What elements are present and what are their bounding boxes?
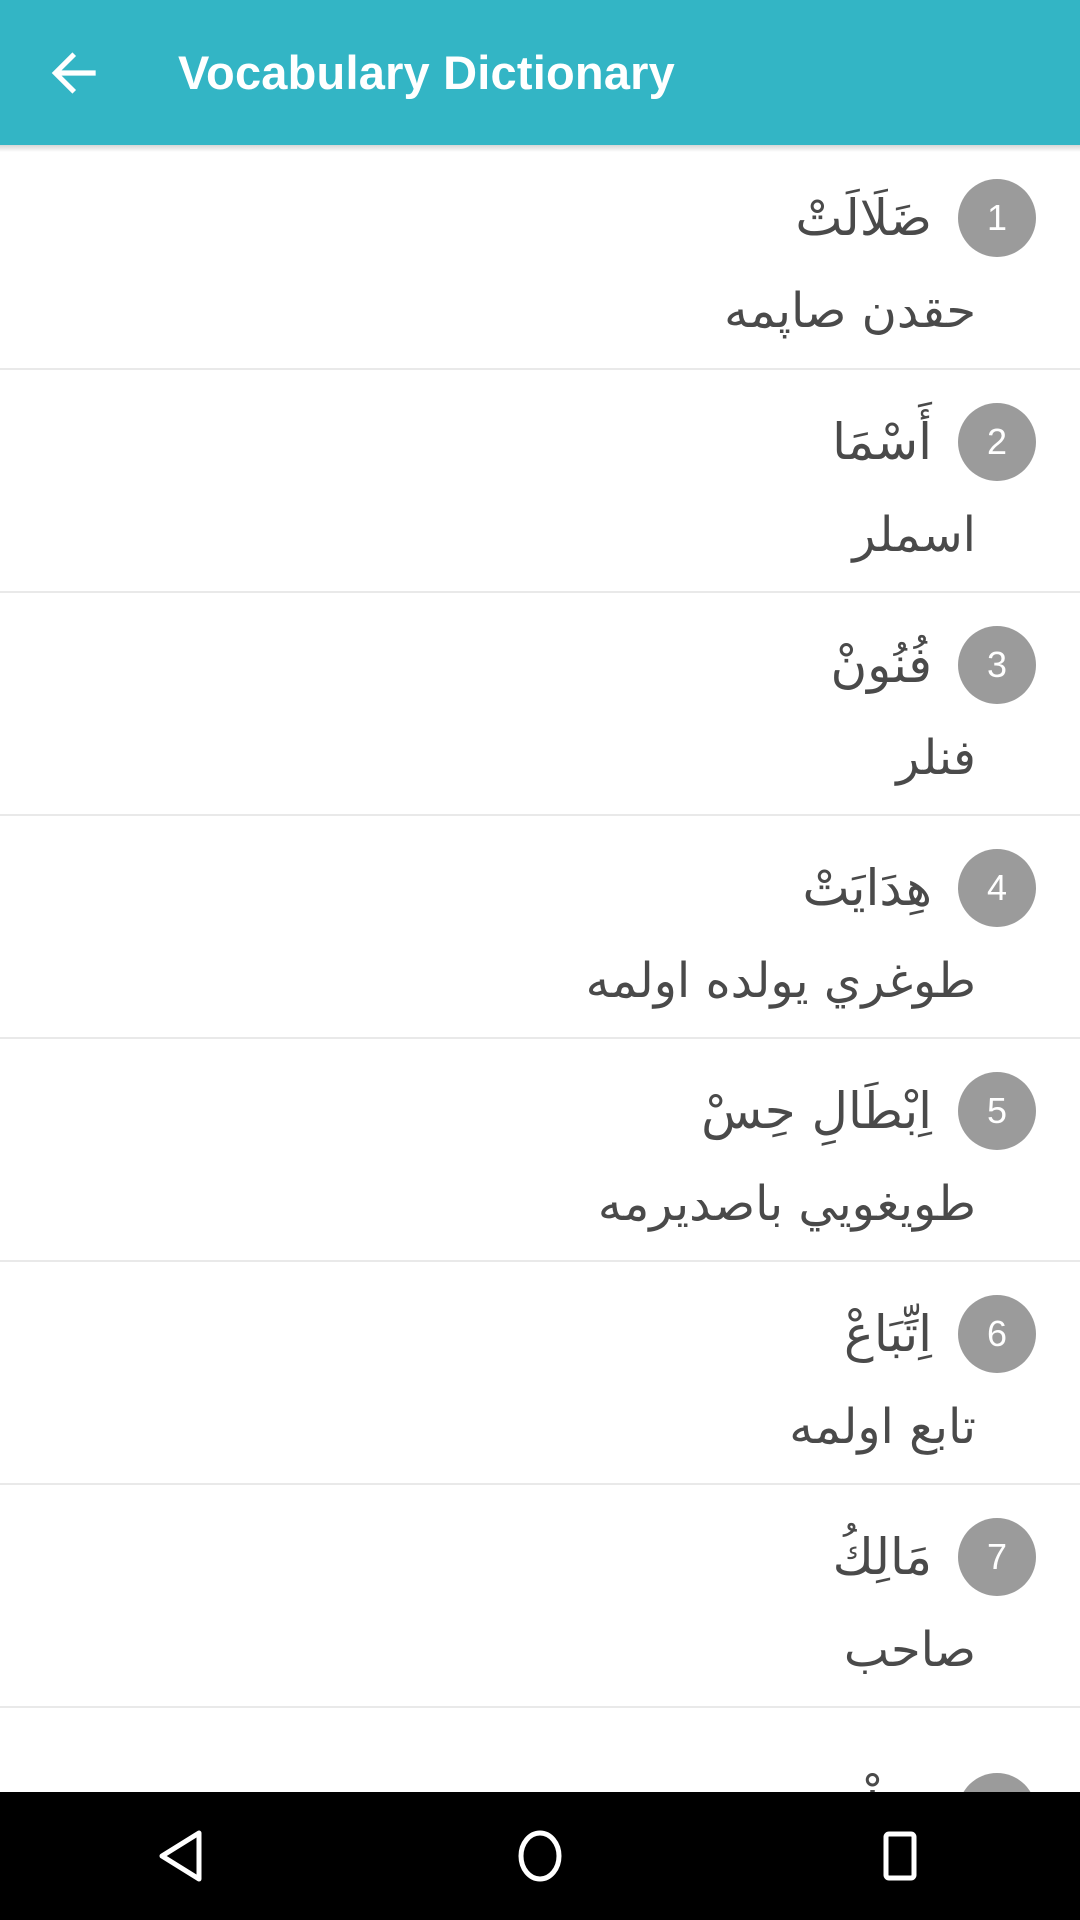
vocabulary-meaning: اسملر	[852, 507, 976, 564]
item-number-badge: 2	[958, 403, 1036, 482]
nav-home-icon	[516, 1829, 564, 1883]
vocabulary-meaning: تابع اولمه	[789, 1399, 976, 1456]
nav-recents-icon	[878, 1831, 922, 1881]
vocabulary-meaning: طويغويي باصديرمه	[597, 1176, 976, 1233]
list-item-header: 8 مَظْهَرِيَتْ	[40, 1764, 1036, 1792]
list-item-header: 3 فُنُونْ	[40, 617, 1036, 713]
list-item[interactable]: 7 مَالِكُ صاحب	[0, 1483, 1080, 1706]
android-nav-bar	[0, 1792, 1080, 1920]
vocabulary-word: مَالِكُ	[832, 1528, 932, 1587]
list-item[interactable]: 1 ضَلَالَتْ حقدن صاپمه	[0, 145, 1080, 368]
vocabulary-word: اِبْطَالِ حِسْ	[701, 1082, 932, 1141]
vocabulary-word: فُنُونْ	[830, 636, 932, 695]
page-title: Vocabulary Dictionary	[178, 46, 675, 99]
nav-home-button[interactable]	[440, 1792, 640, 1920]
list-item[interactable]: 8 مَظْهَرِيَتْ	[0, 1706, 1080, 1792]
vocabulary-word: مَظْهَرِيَتْ	[751, 1780, 932, 1792]
list-item[interactable]: 3 فُنُونْ فنلر	[0, 591, 1080, 814]
nav-back-button[interactable]	[80, 1792, 280, 1920]
list-item[interactable]: 5 اِبْطَالِ حِسْ طويغويي باصديرمه	[0, 1037, 1080, 1260]
vocabulary-word: أَسْمَا	[832, 413, 932, 472]
list-item[interactable]: 4 هِدَايَتْ طوغري يولده اولمه	[0, 814, 1080, 1037]
list-item-header: 4 هِدَايَتْ	[40, 840, 1036, 936]
item-number-badge: 4	[958, 849, 1036, 928]
vocabulary-word: هِدَايَتْ	[802, 859, 932, 918]
vocabulary-meaning: حقدن صاپمه	[724, 283, 976, 340]
vocabulary-list[interactable]: 1 ضَلَالَتْ حقدن صاپمه 2 أَسْمَا اسملر 3…	[0, 145, 1080, 1792]
vocabulary-meaning: فنلر	[896, 730, 976, 787]
list-item[interactable]: 6 اِتِّبَاعْ تابع اولمه	[0, 1260, 1080, 1483]
list-item-header: 1 ضَلَالَتْ	[40, 170, 1036, 266]
vocabulary-meaning: طوغري يولده اولمه	[585, 953, 976, 1010]
nav-recents-button[interactable]	[800, 1792, 1000, 1920]
item-number-badge: 1	[958, 179, 1036, 258]
list-item-header: 7 مَالِكُ	[40, 1509, 1036, 1605]
list-item-header: 5 اِبْطَالِ حِسْ	[40, 1063, 1036, 1159]
list-item-header: 2 أَسْمَا	[40, 394, 1036, 490]
list-item[interactable]: 2 أَسْمَا اسملر	[0, 368, 1080, 591]
item-number-badge: 7	[958, 1518, 1036, 1597]
nav-back-icon	[157, 1830, 203, 1882]
back-button[interactable]	[20, 0, 130, 145]
app-screen: Vocabulary Dictionary 1 ضَلَالَتْ حقدن ص…	[0, 0, 1080, 1920]
vocabulary-word: ضَلَالَتْ	[795, 189, 932, 248]
item-number-badge: 3	[958, 626, 1036, 705]
list-item-header: 6 اِتِّبَاعْ	[40, 1286, 1036, 1382]
vocabulary-meaning: صاحب	[843, 1622, 976, 1679]
item-number-badge: 5	[958, 1072, 1036, 1151]
vocabulary-word: اِتِّبَاعْ	[844, 1305, 932, 1364]
arrow-left-icon	[44, 42, 106, 104]
app-bar: Vocabulary Dictionary	[0, 0, 1080, 152]
item-number-badge: 6	[958, 1295, 1036, 1374]
item-number-badge: 8	[958, 1772, 1036, 1792]
